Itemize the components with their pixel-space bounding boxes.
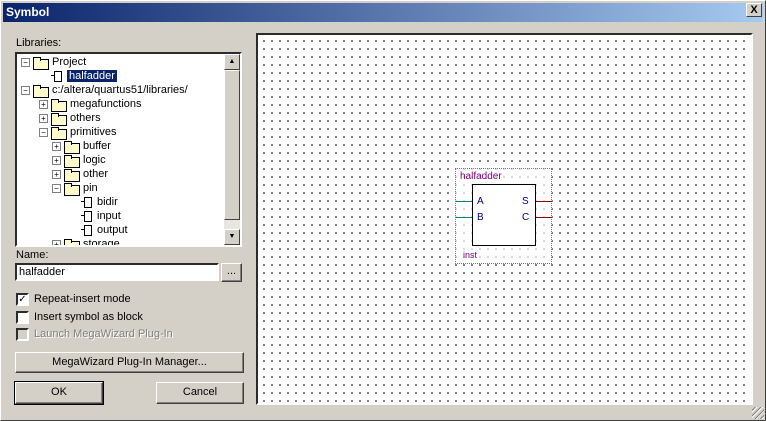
collapse-icon[interactable]: − [21, 57, 30, 67]
tree-item[interactable]: − c:/altera/quartus51/libraries/ [21, 83, 188, 98]
tree-item-label: output [97, 224, 128, 236]
library-tree[interactable]: − Project halfadder − c:/altera/quartus51/li… [15, 52, 242, 247]
tree-item-label: megafunctions [70, 98, 142, 110]
insert-block-checkbox[interactable] [16, 311, 29, 324]
folder-icon [51, 98, 67, 112]
port-a-label: A [477, 196, 484, 207]
name-input[interactable] [15, 263, 219, 281]
symbol-icon [81, 210, 93, 223]
folder-icon [64, 238, 80, 245]
folder-icon [64, 182, 80, 196]
repeat-insert-label[interactable]: Repeat-insert mode [34, 293, 131, 305]
tree-item[interactable]: bidir [69, 195, 118, 209]
port-c-label: C [522, 212, 530, 223]
input-wire-b [456, 217, 472, 218]
tree-item[interactable]: + logic [52, 153, 106, 168]
tree-item[interactable]: + other [52, 167, 109, 182]
expand-icon[interactable]: + [52, 169, 61, 179]
collapse-icon[interactable]: − [21, 85, 30, 95]
expand-icon[interactable]: + [52, 239, 61, 245]
tree-item[interactable]: output [69, 223, 128, 237]
ok-button[interactable]: OK [14, 381, 104, 405]
scroll-thumb[interactable] [224, 70, 240, 220]
symbol-icon [81, 196, 93, 209]
tree-item-label: halfadder [67, 70, 117, 82]
megawizard-manager-button[interactable]: MegaWizard Plug-In Manager... [15, 352, 244, 373]
folder-icon [33, 56, 49, 70]
tree-item-label: other [83, 168, 109, 180]
browse-button[interactable]: ... [221, 263, 242, 282]
tree-item-label: input [97, 210, 121, 222]
megawizard-launch-checkbox [16, 328, 29, 341]
folder-icon [64, 140, 80, 154]
libraries-label: Libraries: [16, 37, 62, 49]
tree-item-label: logic [83, 154, 106, 166]
tree-item[interactable]: halfadder [39, 69, 117, 83]
port-b-label: B [477, 212, 484, 223]
folder-icon [64, 168, 80, 182]
instance-name-text: inst [463, 250, 478, 260]
symbol-icon [51, 70, 63, 83]
tree-item[interactable]: + others [39, 111, 101, 126]
output-wire-c [536, 217, 552, 218]
insert-block-label[interactable]: Insert symbol as block [34, 311, 143, 323]
tree-item[interactable]: + buffer [52, 139, 111, 154]
output-wire-s [536, 201, 552, 202]
tree-item[interactable]: − Project [21, 55, 87, 70]
tree-item-label: pin [83, 182, 98, 194]
tree-item-label: Project [52, 56, 87, 68]
tree-item-label: c:/altera/quartus51/libraries/ [52, 84, 188, 96]
folder-icon [64, 154, 80, 168]
cancel-button[interactable]: Cancel [156, 382, 244, 404]
megawizard-launch-label: Launch MegaWizard Plug-In [34, 328, 173, 340]
tree-item[interactable]: + storage [52, 237, 120, 247]
tree-item[interactable]: + megafunctions [39, 97, 142, 112]
title-bar[interactable]: Symbol [3, 3, 763, 22]
collapse-icon[interactable]: − [52, 183, 61, 193]
close-button[interactable]: X [746, 3, 762, 17]
tree-item-label: buffer [83, 140, 111, 152]
collapse-icon[interactable]: − [39, 127, 48, 137]
symbol-icon [81, 224, 93, 237]
folder-icon [33, 84, 49, 98]
scroll-up-button[interactable]: ▲ [224, 54, 240, 70]
tree-item[interactable]: − pin [52, 181, 98, 196]
window-title: Symbol [6, 5, 50, 19]
tree-item-label: storage [83, 238, 120, 247]
folder-icon [51, 126, 67, 140]
resize-grip[interactable] [752, 407, 764, 419]
scroll-down-button[interactable]: ▼ [224, 229, 240, 245]
expand-icon[interactable]: + [52, 141, 61, 151]
tree-item[interactable]: input [69, 209, 121, 223]
name-label: Name: [16, 249, 49, 261]
repeat-insert-checkbox[interactable]: ✓ [16, 293, 29, 306]
tree-item[interactable]: − primitives [39, 125, 117, 140]
expand-icon[interactable]: + [39, 113, 48, 123]
tree-item-label: primitives [70, 126, 117, 138]
tree-scrollbar[interactable]: ▲ ▼ [224, 54, 240, 245]
folder-icon [51, 112, 67, 126]
expand-icon[interactable]: + [39, 99, 48, 109]
tree-item-label: others [70, 112, 101, 124]
symbol-name-text: halfadder [460, 171, 502, 182]
input-wire-a [456, 201, 472, 202]
tree-item-label: bidir [97, 196, 118, 208]
port-s-label: S [522, 196, 529, 207]
expand-icon[interactable]: + [52, 155, 61, 165]
